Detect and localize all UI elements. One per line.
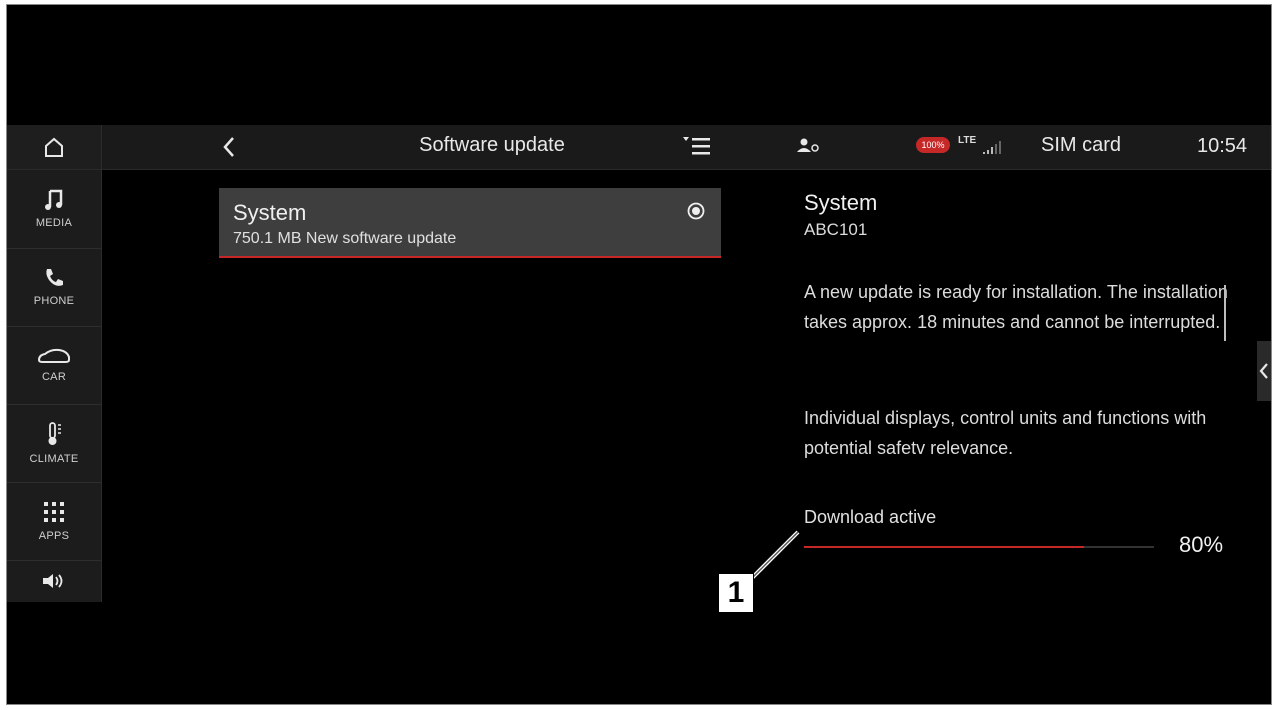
sidebar-item-volume[interactable] [7, 560, 101, 602]
home-icon [45, 137, 63, 157]
download-percent: 80% [1179, 532, 1224, 557]
sidebar-item-label: APPS [38, 530, 70, 542]
page-title: Software update [419, 134, 565, 156]
volume-icon [43, 574, 63, 588]
sidebar-item-phone[interactable]: PHONE [7, 248, 101, 327]
list-item-title: System [233, 200, 307, 225]
main-sidebar: MEDIA PHONE CAR CLIMATE APPS [7, 170, 102, 602]
chevron-left-icon [1259, 363, 1268, 379]
sidebar-item-apps[interactable]: APPS [7, 482, 101, 561]
download-progress-fill [804, 546, 1084, 548]
detail-title: System [804, 190, 878, 215]
detail-description: A new update is ready for installation. … [804, 282, 1228, 332]
sidebar-item-media[interactable]: MEDIA [7, 170, 101, 249]
scroll-indicator[interactable] [1224, 285, 1226, 341]
callout-number: 1 [718, 573, 754, 613]
sidebar-item-climate[interactable]: CLIMATE [7, 404, 101, 483]
sidebar-item-label: CAR [41, 371, 67, 383]
sidebar-item-label: CLIMATE [29, 453, 79, 465]
list-item-subtitle: 750.1 MB New software update [233, 230, 457, 247]
radio-selected-icon[interactable] [687, 202, 705, 220]
download-status-label: Download active [804, 507, 937, 527]
list-menu-icon [683, 137, 710, 155]
sidebar-item-label: MEDIA [35, 217, 73, 229]
chevron-left-icon [223, 137, 234, 157]
figure-frame: Software update 100% LTE SIM card 10:54 … [6, 4, 1272, 705]
home-button[interactable] [7, 125, 102, 169]
sidebar-item-car[interactable]: CAR [7, 326, 101, 405]
download-progress-bar [804, 546, 1154, 548]
list-item-system-update[interactable]: System 750.1 MB New software update [219, 188, 721, 258]
sidebar-item-label: PHONE [33, 295, 75, 307]
music-note-icon [45, 189, 63, 210]
back-button[interactable] [215, 133, 243, 161]
car-icon [37, 348, 70, 363]
thermometer-icon [48, 422, 61, 445]
options-menu-button[interactable] [681, 135, 713, 159]
detail-safety-note: Individual displays, control units and f… [804, 408, 1207, 458]
phone-icon [46, 269, 63, 286]
detail-code: ABC101 [804, 220, 868, 239]
apps-grid-icon [44, 502, 64, 522]
side-panel-toggle[interactable] [1257, 341, 1271, 401]
detail-panel: System ABC101 A new update is ready for … [804, 125, 1244, 602]
infotainment-screen: Software update 100% LTE SIM card 10:54 … [7, 125, 1271, 602]
